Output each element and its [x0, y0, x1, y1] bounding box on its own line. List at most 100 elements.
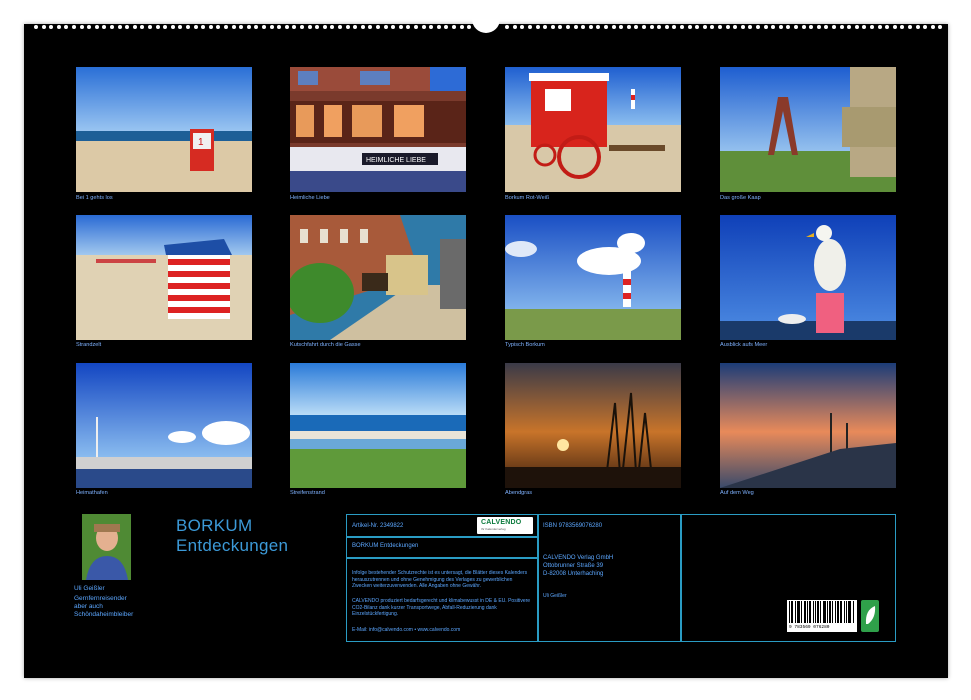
binding-hole: [877, 25, 882, 29]
binding-hole: [414, 25, 418, 29]
eco-leaf-icon: [861, 600, 879, 632]
binding-hole: [854, 25, 859, 29]
calendar-title: BORKUM: [176, 516, 253, 535]
binding-hole: [619, 25, 624, 29]
isbn: ISBN 9783569076280: [543, 523, 603, 529]
binding-hole: [520, 25, 525, 29]
binding-hole: [801, 25, 806, 29]
binding-hole: [702, 25, 707, 29]
binding-hole: [231, 25, 236, 29]
binding-hole: [839, 25, 844, 29]
contact-line: E-Mail: info@calvendo.com • www.calvendo…: [352, 627, 461, 633]
caption-1: Bei 1 gehts los: [76, 195, 113, 201]
binding-hole: [512, 25, 517, 29]
binding-hole: [94, 25, 99, 29]
binding-hole: [938, 25, 943, 29]
binding-hole: [778, 25, 783, 29]
binding-hole: [908, 25, 912, 29]
caption-12: Auf dem Weg: [720, 490, 754, 496]
caption-8: Ausblick aufs Meer: [720, 342, 768, 348]
binding-hole: [110, 25, 114, 29]
binding-hole: [680, 25, 684, 29]
calendar-subtitle: Entdeckungen: [176, 536, 289, 555]
photo-borkum-rot-weiss: [505, 67, 681, 192]
hanger-notch: [472, 19, 500, 33]
photo-streifenstrand: [290, 363, 466, 488]
caption-6: Kutschfahrt durch die Gasse: [290, 342, 361, 348]
binding-hole: [740, 25, 745, 29]
binding-hole: [733, 25, 738, 29]
author-credit: Uli Geißler: [543, 593, 567, 599]
binding-hole: [566, 25, 570, 29]
binding-hole: [550, 25, 555, 29]
binding-hole: [786, 25, 791, 29]
product-info-box: Artikel-Nr. 2349822 CALVENDO Ihr Kalende…: [346, 514, 896, 642]
binding-hole: [376, 25, 380, 29]
binding-hole: [710, 25, 715, 29]
binding-hole: [558, 25, 563, 29]
binding-hole: [345, 25, 350, 29]
binding-hole: [201, 25, 206, 29]
article-number: Artikel-Nr. 2349822: [352, 523, 404, 529]
binding-hole: [406, 25, 411, 29]
binding-hole: [588, 25, 593, 29]
binding-hole: [611, 25, 616, 29]
binding-hole: [543, 25, 548, 29]
binding-hole: [64, 25, 69, 29]
binding-hole: [657, 25, 662, 29]
caption-11: Abendgras: [505, 490, 533, 496]
binding-hole: [307, 25, 312, 29]
binding-hole: [718, 25, 722, 29]
binding-hole: [102, 25, 107, 29]
caption-5: Strandzelt: [76, 342, 102, 348]
barcode-number: 9 783569 076280: [789, 625, 830, 630]
binding-hole: [862, 25, 867, 29]
binding-hole: [193, 25, 198, 29]
binding-hole: [284, 25, 289, 29]
binding-hole: [117, 25, 122, 29]
legal-text: Infolge bestehender Schutzrechte ist es …: [352, 570, 528, 589]
binding-hole: [832, 25, 836, 29]
caption-7: Typisch Borkum: [505, 342, 545, 348]
binding-hole: [49, 25, 54, 29]
binding-hole: [930, 25, 935, 29]
binding-hole: [322, 25, 327, 29]
binding-hole: [642, 25, 646, 29]
binding-hole: [634, 25, 639, 29]
photo-auf-dem-weg: [720, 363, 896, 488]
barcode-bars: [789, 601, 854, 623]
binding-hole: [398, 25, 403, 29]
binding-hole: [254, 25, 259, 29]
binding-hole: [56, 25, 61, 29]
binding-hole: [338, 25, 342, 29]
eco-text: CALVENDO produziert bedarfsgerecht und k…: [352, 598, 531, 617]
binding-hole: [915, 25, 920, 29]
photo-das-grosse-kaap: [720, 67, 896, 192]
binding-hole: [216, 25, 221, 29]
binding-hole: [885, 25, 890, 29]
binding-hole: [581, 25, 586, 29]
caption-2: Heimliche Liebe: [290, 195, 330, 201]
binding-hole: [763, 25, 768, 29]
binding-hole: [72, 25, 76, 29]
binding-hole: [41, 25, 46, 29]
binding-hole: [870, 25, 874, 29]
binding-hole: [79, 25, 84, 29]
binding-hole: [178, 25, 183, 29]
binding-hole: [208, 25, 213, 29]
binding-hole: [649, 25, 654, 29]
binding-hole: [391, 25, 396, 29]
binding-hole: [269, 25, 274, 29]
binding-hole: [224, 25, 228, 29]
publisher-street: Ottobrunner Straße 39: [543, 563, 604, 569]
binding-hole: [148, 25, 152, 29]
binding-hole: [421, 25, 426, 29]
binding-hole: [292, 25, 297, 29]
binding-hole: [771, 25, 776, 29]
caption-9: Heimathafen: [76, 490, 108, 496]
binding-hole: [315, 25, 320, 29]
caption-10: Streifenstrand: [290, 490, 325, 496]
binding-hole: [535, 25, 540, 29]
binding-hole: [360, 25, 365, 29]
product-title: BORKUM Entdeckungen: [352, 543, 419, 549]
